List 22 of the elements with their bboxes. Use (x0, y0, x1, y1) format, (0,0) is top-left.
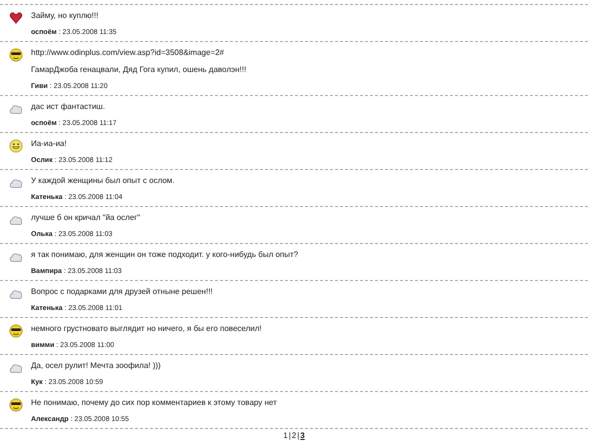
comment-text: Займу, но куплю!!! (31, 10, 100, 21)
page-link[interactable]: 2 (292, 431, 296, 440)
comment-text: немного грустновато выглядит но ничего, я бы его повеселил! (31, 323, 262, 334)
sunglasses-smiley-icon (9, 324, 23, 338)
comment-text: лучше б он кричал "йа ослег" (31, 212, 140, 223)
comment-text: У каждой женщины был опыт с ослом. (31, 175, 174, 186)
comment-text: http://www.odinplus.com/view.asp?id=3508&image=2# (31, 47, 226, 58)
comment-text: дас ист фантастиш. (31, 101, 106, 112)
page-link[interactable]: 1 (283, 431, 288, 440)
page-separator: | (297, 431, 300, 440)
heart-icon (9, 11, 23, 25)
comment-text: я так понимаю, для женщин он тоже подходит. у кого-нибудь был опыт? (31, 249, 298, 260)
comment-text: Не понимаю, почему до сих пор комментариев к этому товару нет (31, 397, 277, 408)
grinning-smiley-icon (9, 139, 23, 153)
comment-text: Да, осел рулит! Мечта зоофила! ))) (31, 360, 161, 371)
comment-text: Иа-иа-иа! (31, 138, 68, 149)
comment-text: Вопрос с подарками для друзей отныне решен!!! (31, 286, 213, 297)
sunglasses-smiley-icon (9, 398, 23, 412)
sunglasses-smiley-icon (9, 48, 23, 62)
page-separator: | (288, 431, 291, 440)
page-link[interactable]: 3 (300, 431, 305, 440)
comment-text: ГамарДжоба генацвали, Дяд Гога купил, ошень даволэн!!! (31, 64, 246, 75)
